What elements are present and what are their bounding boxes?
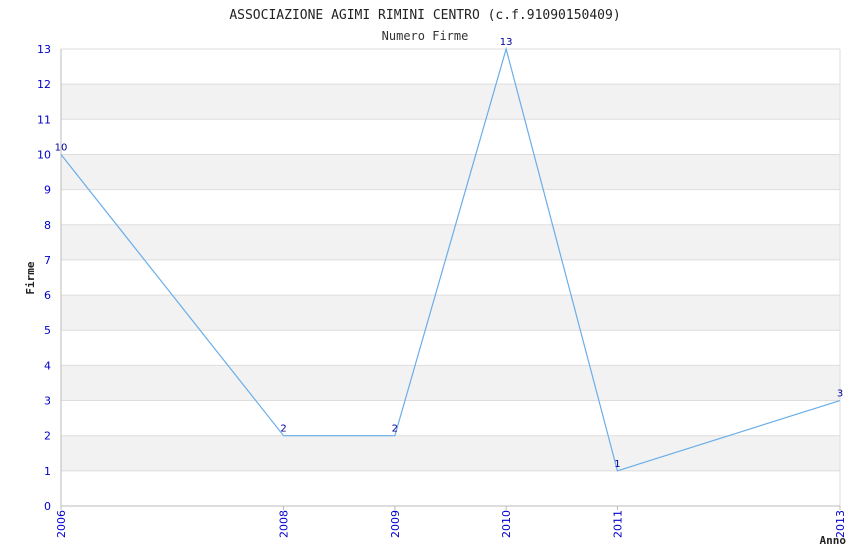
grid-band (61, 365, 840, 401)
line-chart: 012345678910111213 2006 2008 2009 2010 2011 2… (24, 8, 847, 547)
background-bands (61, 84, 840, 471)
grid-band (61, 295, 840, 331)
x-tick-label: 2009 (389, 510, 402, 538)
data-label: 2 (280, 424, 286, 435)
y-tick-label: 0 (44, 500, 51, 513)
y-tick-label: 6 (44, 289, 51, 302)
y-tick-label: 11 (37, 113, 51, 126)
y-axis-label: Firme (24, 261, 37, 294)
chart-container: 0 1 2 3 4 5 6 7 8 9 10 11 12 13 2006 2008 2009 2010 2011 2… (0, 0, 850, 550)
y-tick-label: 4 (44, 359, 51, 372)
grid-band (61, 435, 840, 471)
y-tick-label: 12 (37, 78, 51, 91)
y-tick-label: 5 (44, 324, 51, 337)
data-label: 10 (55, 142, 68, 153)
data-label: 1 (614, 459, 620, 470)
y-tick-label: 10 (37, 148, 51, 161)
x-tick-label: 2006 (55, 510, 68, 538)
grid-band (61, 154, 840, 190)
y-tick-label: 7 (44, 254, 51, 267)
x-tick-label: 2011 (611, 510, 624, 538)
y-tick-label: 13 (37, 43, 51, 56)
data-label: 2 (392, 424, 398, 435)
x-tick-label: 2008 (278, 510, 291, 538)
x-tick-label: 2010 (500, 510, 513, 538)
y-tick-label: 2 (44, 430, 51, 443)
y-tick-label: 3 (44, 395, 51, 408)
data-label: 3 (837, 389, 843, 400)
grid-band (61, 84, 840, 120)
chart-subtitle: Numero Firme (382, 29, 469, 43)
x-tick-labels: 2006 2008 2009 2010 2011 2013 (55, 510, 847, 538)
x-axis-label: Anno (820, 534, 847, 547)
y-tick-labels: 012345678910111213 (37, 43, 51, 513)
y-tick-label: 9 (44, 184, 51, 197)
chart-title: ASSOCIAZIONE AGIMI RIMINI CENTRO (c.f.91… (229, 8, 620, 23)
y-tick-label: 1 (44, 465, 51, 478)
data-label: 13 (500, 37, 513, 48)
y-tick-label: 8 (44, 219, 51, 232)
